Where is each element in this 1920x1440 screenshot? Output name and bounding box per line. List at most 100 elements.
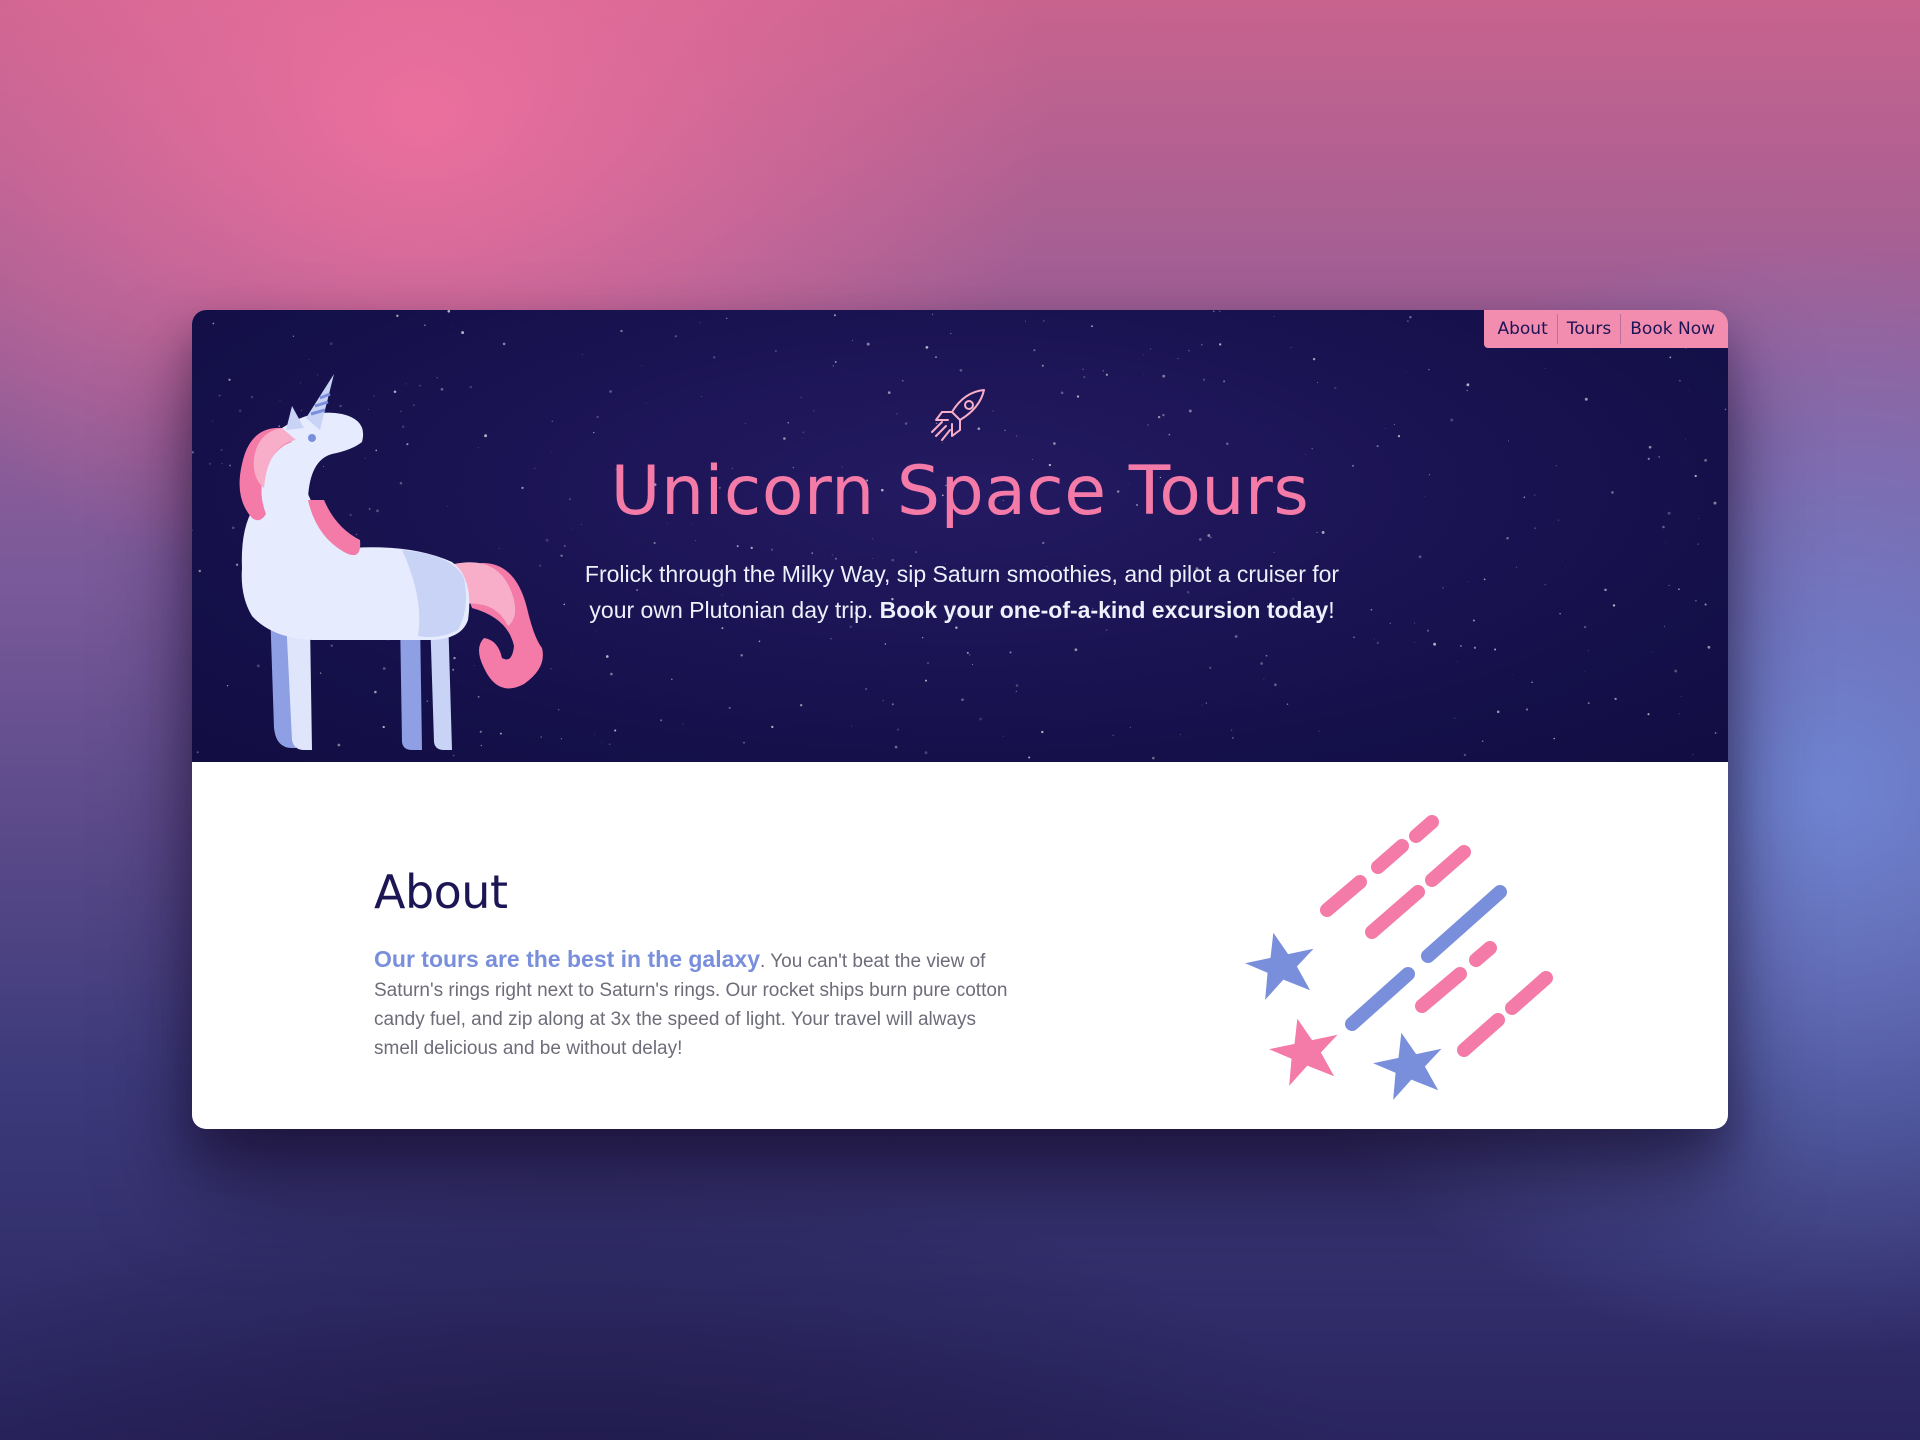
background-star [563, 544, 566, 547]
background-star [1648, 445, 1652, 449]
background-star [1188, 349, 1190, 352]
background-star [1143, 374, 1144, 375]
background-star [1614, 697, 1617, 701]
background-star [1041, 730, 1044, 734]
background-star [1177, 358, 1179, 359]
background-star [851, 339, 853, 341]
background-star [1232, 737, 1234, 739]
background-star [750, 546, 753, 550]
background-star [927, 662, 929, 664]
background-star [832, 365, 834, 367]
background-star [1105, 373, 1109, 376]
background-star [1376, 445, 1379, 448]
background-star [813, 410, 815, 412]
background-star [1317, 381, 1319, 383]
background-star [1041, 541, 1045, 545]
background-star [713, 356, 716, 359]
background-star [1389, 622, 1391, 624]
background-star [1414, 642, 1415, 643]
background-star [1584, 397, 1588, 401]
background-star [1149, 348, 1152, 350]
background-star [771, 725, 774, 729]
hero-subtitle-cta: Book your one-of-a-kind excursion today [879, 597, 1329, 623]
background-star [1559, 612, 1561, 615]
background-star [1393, 424, 1395, 425]
background-star [1544, 367, 1546, 369]
background-star [800, 396, 802, 399]
background-star [736, 545, 739, 548]
background-star [581, 354, 583, 356]
background-star [1157, 415, 1161, 419]
background-star [502, 342, 506, 346]
background-star [570, 650, 572, 652]
background-star [851, 725, 853, 727]
background-star [1273, 683, 1277, 687]
background-star [1473, 646, 1477, 649]
background-star [1397, 435, 1401, 438]
background-star [932, 313, 934, 315]
background-star [653, 541, 656, 545]
background-star [308, 358, 310, 361]
background-star [1223, 380, 1226, 383]
background-star [620, 329, 623, 333]
background-star [1263, 678, 1265, 680]
background-star [1587, 702, 1590, 705]
background-star [1496, 710, 1500, 714]
background-star [396, 314, 399, 317]
background-star [1494, 648, 1497, 651]
background-star [1651, 651, 1652, 653]
background-star [743, 742, 745, 744]
background-star [595, 630, 597, 632]
background-star [935, 356, 937, 358]
background-star [292, 335, 295, 338]
background-star [1707, 645, 1711, 649]
background-star [1024, 320, 1026, 322]
background-star [1512, 674, 1514, 676]
background-star [1226, 442, 1229, 445]
background-star [1202, 378, 1206, 381]
background-star [834, 361, 837, 363]
background-star [1041, 364, 1044, 367]
background-star [1028, 756, 1031, 759]
background-star [1196, 313, 1198, 314]
browser-window: About Tours Book Now Unicorn Space Tours… [192, 310, 1728, 1129]
background-star [884, 643, 887, 645]
background-star [1456, 661, 1458, 662]
background-star [423, 324, 426, 327]
background-star [1426, 629, 1430, 632]
background-star [1481, 740, 1484, 742]
background-star [1201, 704, 1203, 706]
background-star [1531, 681, 1533, 683]
background-star [202, 397, 204, 398]
nav-link-tours[interactable]: Tours [1556, 314, 1621, 344]
background-star [1678, 713, 1680, 715]
background-star [1507, 440, 1509, 442]
background-star [894, 745, 898, 749]
hero-title: Unicorn Space Tours [610, 452, 1310, 531]
background-star [1459, 644, 1462, 647]
nav-link-about[interactable]: About [1488, 314, 1556, 344]
background-star [1669, 356, 1672, 359]
background-star [1418, 555, 1422, 559]
background-star [198, 569, 202, 573]
nav-link-book-now[interactable]: Book Now [1620, 314, 1724, 344]
background-star [1102, 370, 1104, 372]
background-star [1525, 708, 1529, 711]
background-star [1450, 418, 1454, 422]
background-star [1685, 438, 1687, 440]
background-star [1544, 584, 1546, 586]
background-star [1260, 662, 1263, 665]
background-star [1219, 310, 1221, 312]
background-star [758, 640, 761, 643]
background-star [1409, 315, 1412, 319]
background-star [925, 679, 927, 682]
background-star [925, 346, 929, 349]
background-star [1483, 578, 1486, 581]
background-star [968, 654, 971, 656]
background-star [833, 314, 836, 317]
background-star [596, 415, 599, 419]
background-star [1515, 566, 1518, 569]
background-star [802, 431, 805, 434]
background-star [1179, 734, 1181, 735]
background-star [901, 379, 904, 382]
